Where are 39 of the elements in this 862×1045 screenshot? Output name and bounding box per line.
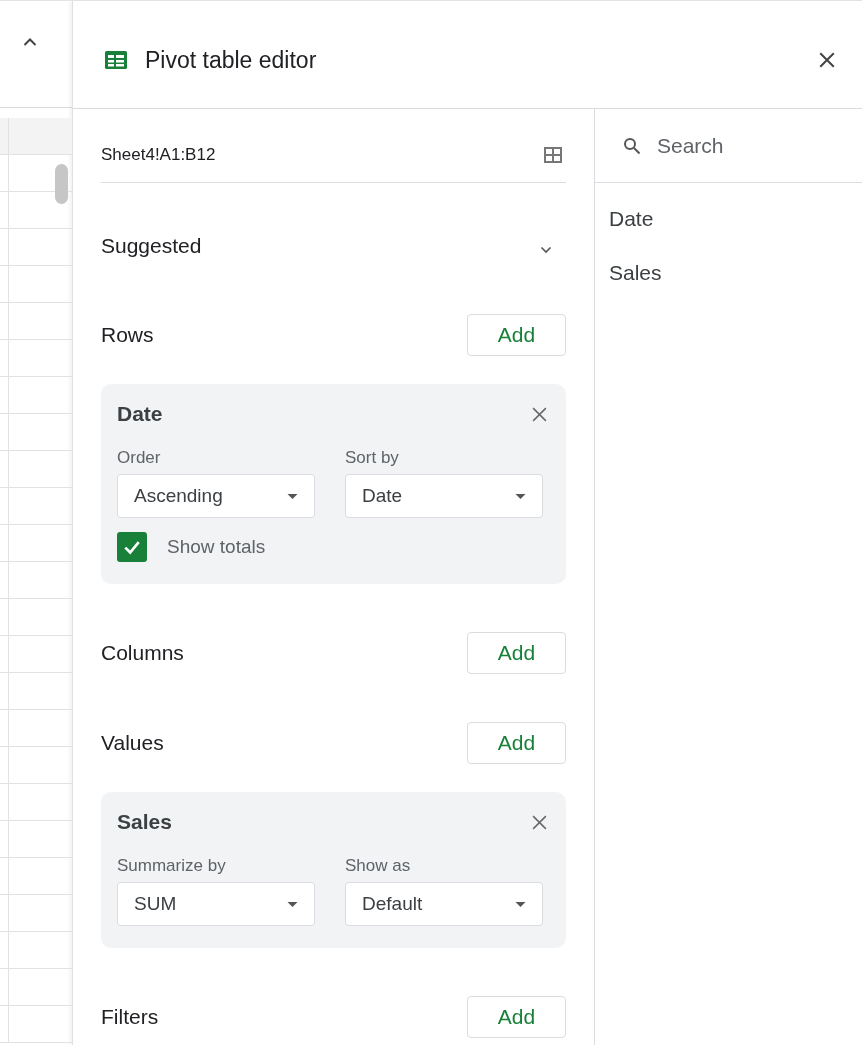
caret-down-icon xyxy=(515,901,526,907)
field-label: Show as xyxy=(345,856,412,876)
section-label: Rows xyxy=(101,323,154,347)
add-button[interactable]: Add xyxy=(467,722,566,764)
editor-title: Pivot table editor xyxy=(145,46,318,74)
add-button[interactable]: Add xyxy=(467,632,566,674)
caret-down-icon xyxy=(515,493,526,499)
section-label: Columns xyxy=(101,641,184,665)
close-icon[interactable] xyxy=(531,405,548,423)
caret-up-icon[interactable] xyxy=(23,37,37,46)
search-icon xyxy=(623,136,641,155)
chevron-icon[interactable] xyxy=(540,246,552,254)
section-label: Suggested xyxy=(101,234,202,258)
field-list-item[interactable]: Sales xyxy=(609,261,662,285)
caret-down-icon xyxy=(287,493,298,499)
dropdown[interactable]: Default xyxy=(345,882,543,926)
add-button[interactable]: Add xyxy=(467,314,566,356)
caret-down-icon xyxy=(287,901,298,907)
scrollbar-thumb[interactable] xyxy=(55,164,68,204)
checkbox-label: Show totals xyxy=(167,536,266,558)
close-icon[interactable] xyxy=(818,51,836,69)
card-title: Date xyxy=(117,402,163,426)
dropdown[interactable]: Ascending xyxy=(117,474,315,518)
grid-icon[interactable] xyxy=(544,146,562,163)
table-icon xyxy=(105,51,127,69)
field-label: Summarize by xyxy=(117,856,227,876)
field-label: Order xyxy=(117,448,162,468)
section-label: Filters xyxy=(101,1005,159,1029)
checkbox[interactable] xyxy=(117,532,147,562)
section-label: Values xyxy=(101,731,164,755)
dropdown[interactable]: SUM xyxy=(117,882,315,926)
field-list-item[interactable]: Date xyxy=(609,207,654,231)
card-title: Sales xyxy=(117,810,172,834)
search-field[interactable]: Search xyxy=(655,132,829,159)
field-label: Sort by xyxy=(345,448,400,468)
add-button[interactable]: Add xyxy=(467,996,566,1038)
dropdown[interactable]: Date xyxy=(345,474,543,518)
close-icon[interactable] xyxy=(531,813,548,831)
range-field[interactable]: Sheet4!A1:B12 xyxy=(101,144,216,165)
